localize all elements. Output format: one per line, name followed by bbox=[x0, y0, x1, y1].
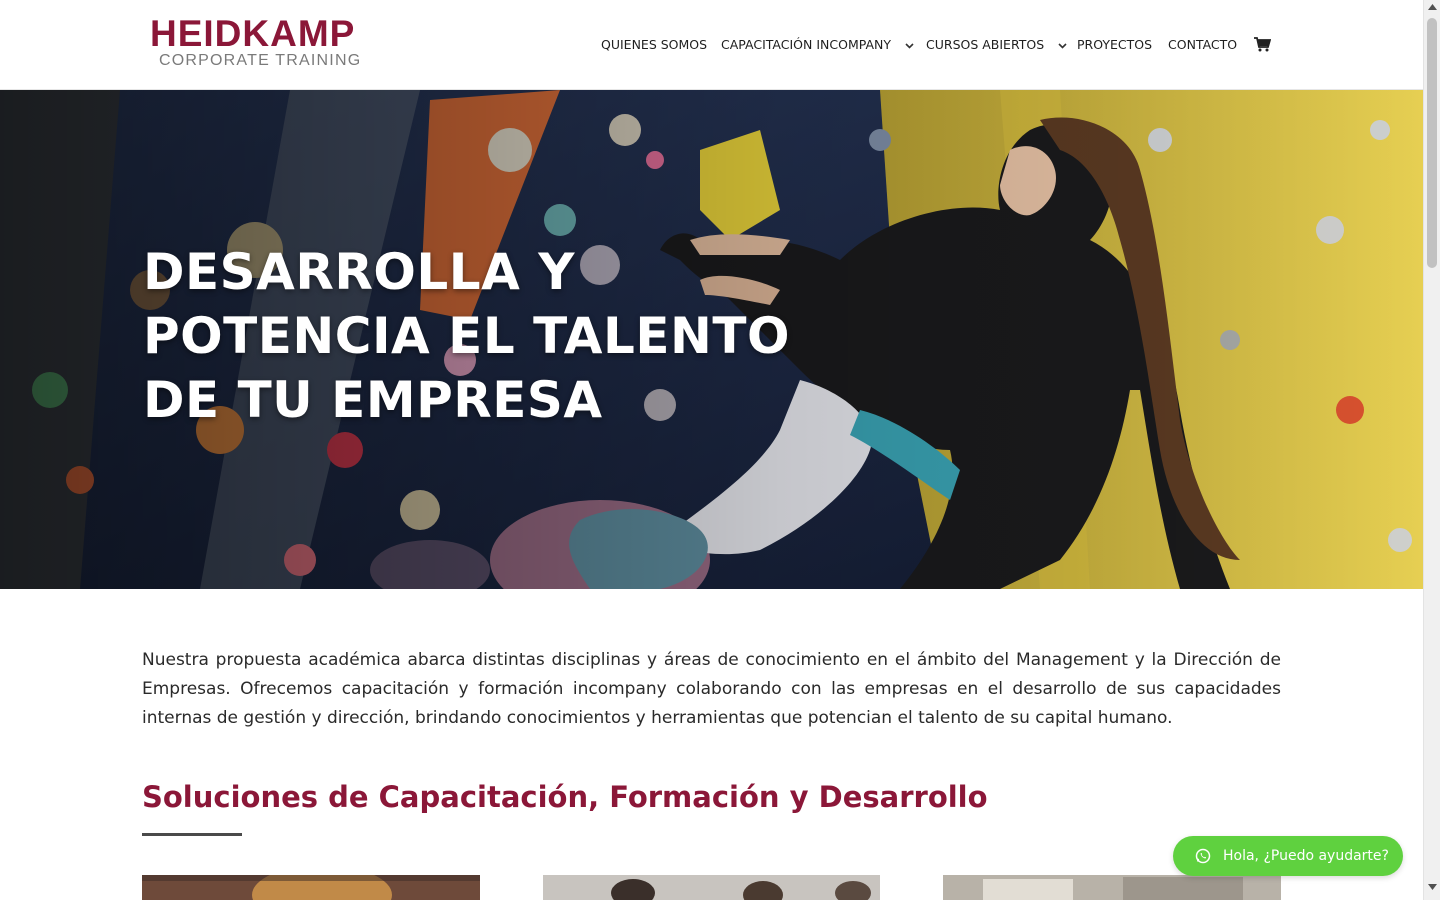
scroll-down-arrow-icon[interactable] bbox=[1428, 884, 1437, 890]
nav-proyectos[interactable]: PROYECTOS bbox=[1077, 36, 1152, 54]
heading-divider bbox=[142, 833, 242, 836]
nav-label: CAPACITACIÓN INCOMPANY bbox=[721, 37, 892, 52]
whatsapp-label: Hola, ¿Puedo ayudarte? bbox=[1223, 848, 1389, 864]
hero-title: DESARROLLA Y POTENCIA EL TALENTO DE TU E… bbox=[143, 240, 790, 432]
hero-title-line: POTENCIA EL TALENTO bbox=[143, 307, 790, 365]
nav-contacto[interactable]: CONTACTO bbox=[1168, 36, 1237, 54]
site-logo[interactable]: HEIDKAMP CORPORATE TRAINING bbox=[150, 14, 400, 74]
chevron-down-icon bbox=[905, 42, 914, 49]
hero-banner: DESARROLLA Y POTENCIA EL TALENTO DE TU E… bbox=[0, 90, 1423, 589]
whatsapp-chat-button[interactable]: Hola, ¿Puedo ayudarte? bbox=[1173, 836, 1403, 876]
card-photo bbox=[543, 875, 880, 900]
chevron-down-icon bbox=[1058, 42, 1067, 49]
nav-label: CONTACTO bbox=[1168, 37, 1238, 52]
hero-title-line: DESARROLLA Y bbox=[143, 243, 575, 301]
nav-label: QUIENES SOMOS bbox=[601, 37, 708, 52]
solution-card-image[interactable] bbox=[943, 875, 1281, 900]
whatsapp-icon bbox=[1195, 848, 1211, 864]
logo-name: HEIDKAMP bbox=[150, 13, 356, 54]
nav-cursos-abiertos[interactable]: CURSOS ABIERTOS bbox=[926, 36, 1067, 54]
solutions-heading: Soluciones de Capacitación, Formación y … bbox=[142, 780, 988, 814]
nav-label: CURSOS ABIERTOS bbox=[926, 37, 1045, 52]
page-scrollbar[interactable] bbox=[1423, 0, 1440, 900]
site-header: HEIDKAMP CORPORATE TRAINING QUIENES SOMO… bbox=[0, 0, 1423, 90]
card-photo bbox=[142, 875, 480, 900]
solution-card-image[interactable] bbox=[543, 875, 881, 900]
shopping-cart-icon[interactable] bbox=[1254, 37, 1271, 52]
nav-capacitacion-incompany[interactable]: CAPACITACIÓN INCOMPANY bbox=[721, 36, 914, 54]
intro-paragraph: Nuestra propuesta académica abarca disti… bbox=[142, 650, 1281, 728]
logo-tagline: CORPORATE TRAINING bbox=[159, 52, 362, 69]
nav-label: PROYECTOS bbox=[1077, 37, 1153, 52]
solution-card-image[interactable] bbox=[142, 875, 480, 900]
hero-title-line: DE TU EMPRESA bbox=[143, 371, 603, 429]
scroll-up-arrow-icon[interactable] bbox=[1428, 4, 1437, 10]
nav-quienes-somos[interactable]: QUIENES SOMOS bbox=[601, 36, 707, 54]
card-photo bbox=[943, 875, 1281, 900]
scrollbar-thumb[interactable] bbox=[1427, 18, 1437, 268]
